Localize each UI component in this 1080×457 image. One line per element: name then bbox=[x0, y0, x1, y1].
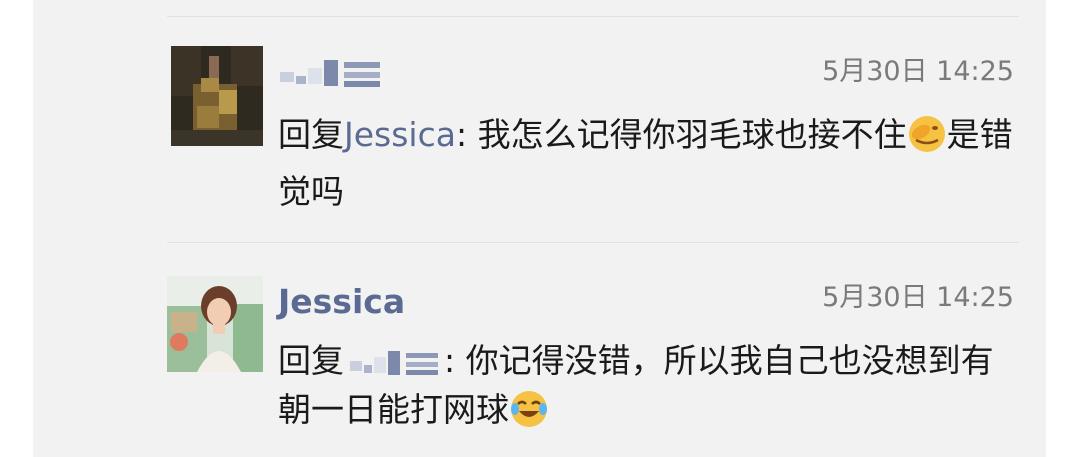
reply-to-name[interactable]: Jessica bbox=[344, 115, 456, 154]
reply-to-name[interactable] bbox=[344, 341, 444, 380]
comment-text: 回复Jessica: 我怎么记得你羽毛球也接不住 是错觉吗 bbox=[278, 110, 1018, 216]
facepalm-emoji-icon bbox=[907, 114, 947, 167]
message-text: 我怎么记得你羽毛球也接不住 bbox=[467, 115, 907, 154]
avatar-image bbox=[167, 276, 263, 372]
avatar[interactable] bbox=[171, 46, 263, 146]
pixelated-name bbox=[280, 59, 380, 87]
blurred-avatar-image bbox=[171, 46, 263, 146]
reply-prefix: 回复 bbox=[278, 115, 344, 154]
divider bbox=[167, 16, 1019, 17]
reply-colon: : bbox=[444, 341, 456, 380]
timestamp: 5月30日 14:25 bbox=[822, 56, 1014, 87]
pixelated-name bbox=[350, 350, 438, 375]
author-name[interactable]: Jessica bbox=[278, 282, 405, 322]
comment-text: 回复 : 你记得没错，所以我自己也没想到有朝一日能打网球 bbox=[278, 336, 1018, 442]
reply-prefix: 回复 bbox=[278, 341, 344, 380]
reply-colon: : bbox=[455, 115, 468, 154]
timestamp: 5月30日 14:25 bbox=[822, 282, 1014, 313]
divider bbox=[167, 242, 1019, 243]
avatar[interactable] bbox=[167, 276, 263, 372]
author-name[interactable] bbox=[278, 52, 388, 92]
tears-of-joy-emoji-icon bbox=[509, 389, 549, 442]
